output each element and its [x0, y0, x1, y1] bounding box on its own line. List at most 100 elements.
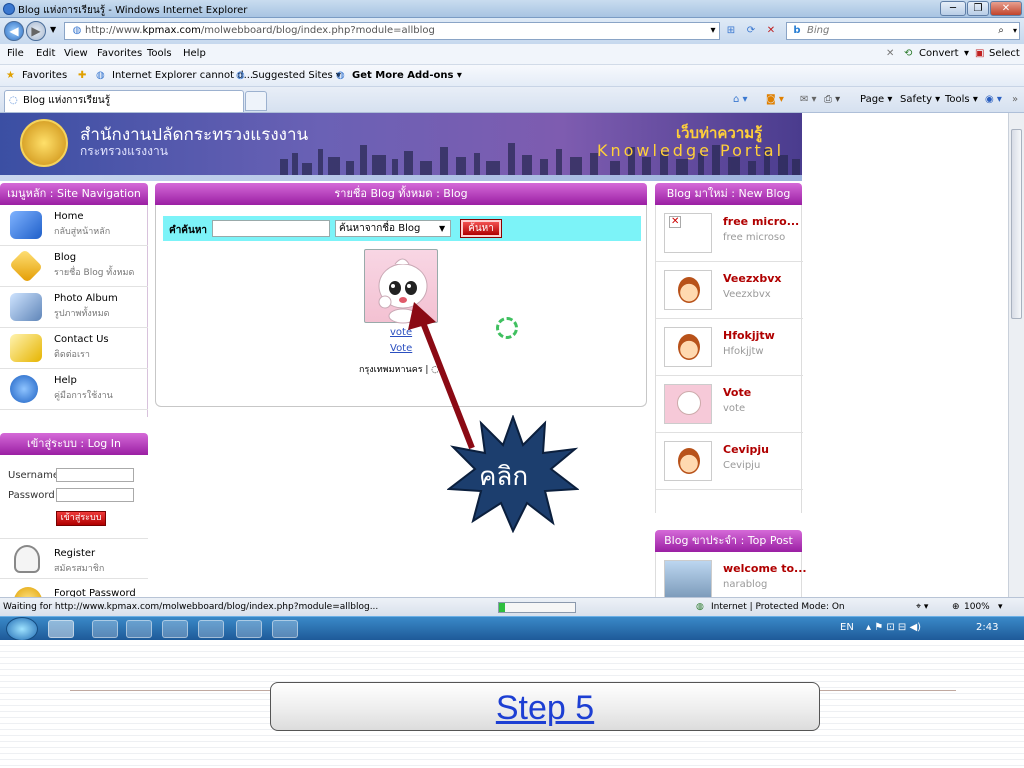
address-dropdown-icon[interactable]: ▾ [706, 25, 720, 37]
security-zone[interactable]: Internet | Protected Mode: On [711, 602, 845, 612]
zoom-level[interactable]: 100% [964, 602, 990, 612]
site-navigation-header: เมนูหลัก : Site Navigation [0, 183, 148, 205]
url-path: /molwebboard/blog/index.php?module=allbl… [200, 25, 435, 36]
new-blog-item[interactable]: ✕ free micro... free microso [656, 205, 803, 262]
new-blog-item[interactable]: Vote vote [656, 376, 803, 433]
close-button[interactable]: ✕ [990, 1, 1022, 16]
favorites-star-icon: ★ [6, 70, 15, 81]
login-button[interactable]: เข้าสู่ระบบ [56, 511, 106, 526]
top-post-list: welcome to... narablog [655, 552, 807, 597]
password-input[interactable] [56, 488, 134, 502]
nav-item-blog[interactable]: Blog รายชื่อ Blog ทั้งหมด [0, 246, 148, 287]
input-language[interactable]: EN [840, 622, 854, 633]
zoom-dropdown-icon[interactable]: ▾ [998, 602, 1003, 612]
step-link[interactable]: Step 5 [496, 689, 594, 728]
restore-button[interactable]: ❐ [967, 1, 989, 16]
safety-menu[interactable]: Safety ▾ [900, 94, 940, 105]
new-blog-item[interactable]: Veezxbvx Veezxbvx [656, 262, 803, 319]
nav-item-photo-album[interactable]: Photo Album รูปภาพทั้งหมด [0, 287, 148, 328]
nav-sublabel: กลับสู่หน้าหลัก [54, 227, 111, 237]
scrollbar-thumb[interactable] [1011, 129, 1022, 319]
search-input[interactable]: Bing [786, 22, 1020, 40]
page-menu[interactable]: Page ▾ [860, 94, 892, 105]
menu-file[interactable]: File [7, 48, 24, 59]
favorites-button[interactable]: Favorites [22, 70, 67, 81]
new-blog-item[interactable]: Cevipju Cevipju [656, 433, 803, 490]
window-titlebar[interactable]: Blog แห่งการเรียนรู้ - Windows Internet … [0, 0, 1024, 18]
new-blog-title[interactable]: Vote [723, 386, 751, 399]
new-tab-button[interactable] [245, 91, 267, 111]
forward-button[interactable]: ▶ [26, 21, 46, 41]
refresh-icon[interactable]: ⟳ [744, 25, 758, 37]
status-bar: Waiting for http://www.kpmax.com/molwebb… [0, 597, 1024, 616]
favorite-ie-cannot[interactable]: Internet Explorer cannot d... [112, 70, 253, 81]
search-dropdown-icon[interactable]: ▾ [1008, 25, 1022, 37]
address-row: ◀ ▶ ▼ http://www.kpmax.com/molwebboard/b… [0, 18, 1024, 44]
search-placeholder: Bing [807, 25, 830, 36]
close-toolbar-icon[interactable]: ✕ [886, 48, 894, 59]
menu-help[interactable]: Help [183, 48, 206, 59]
menu-edit[interactable]: Edit [36, 48, 55, 59]
forgot-password-link[interactable]: Forgot Password [0, 578, 148, 597]
tray-icons[interactable]: ▴ ⚑ ⊡ ⊟ ◀) [866, 622, 921, 633]
taskbar-excel-icon[interactable] [236, 620, 262, 638]
taskbar-network-icon[interactable] [162, 620, 188, 638]
select-icon: ▣ [975, 48, 985, 59]
tab-blog[interactable]: ◌ Blog แห่งการเรียนรู้ [4, 90, 244, 112]
taskbar-word-icon[interactable] [198, 620, 224, 638]
mail-icon[interactable]: ✉ ▾ [800, 94, 817, 105]
tab-title: Blog แห่งการเรียนรู้ [23, 95, 111, 106]
get-more-addons[interactable]: Get More Add-ons ▾ [352, 70, 462, 81]
clock[interactable]: 2:43 [976, 622, 998, 633]
taskbar-powerpoint-icon[interactable] [272, 620, 298, 638]
username-label: Username [8, 470, 59, 481]
history-dropdown-icon[interactable]: ▼ [50, 25, 56, 34]
new-blog-title[interactable]: Veezxbvx [723, 272, 781, 285]
stop-icon[interactable]: ✕ [764, 25, 778, 37]
start-button[interactable] [6, 617, 38, 641]
menu-favorites[interactable]: Favorites [97, 48, 142, 59]
taskbar-ie-icon[interactable] [48, 620, 74, 638]
convert-dropdown-icon[interactable]: ▾ [964, 48, 969, 59]
register-sublabel: สมัครสมาชิก [54, 564, 105, 574]
progress-fill [499, 603, 506, 612]
add-favorite-icon[interactable]: ✚ [78, 70, 86, 81]
convert-button[interactable]: Convert [919, 48, 959, 59]
feeds-icon[interactable]: ◙ ▾ [766, 94, 784, 105]
minimize-button[interactable]: ─ [940, 1, 966, 16]
help-icon[interactable]: ◉ ▾ [985, 94, 1002, 105]
nav-sublabel: รูปภาพทั้งหมด [54, 309, 110, 319]
username-input[interactable] [56, 468, 134, 482]
blog-search-input[interactable] [212, 220, 330, 237]
tools-menu[interactable]: Tools ▾ [945, 94, 978, 105]
address-input[interactable]: http://www.kpmax.com/molwebboard/blog/in… [64, 22, 720, 40]
back-button[interactable]: ◀ [4, 21, 24, 41]
select-button[interactable]: Select [989, 48, 1020, 59]
taskbar-explorer-icon[interactable] [92, 620, 118, 638]
menu-tools[interactable]: Tools [147, 48, 172, 59]
suggested-sites[interactable]: Suggested Sites ▾ [252, 70, 341, 81]
nav-item-contact-us[interactable]: Contact Us ติดต่อเรา [0, 328, 148, 369]
search-type-select[interactable]: ค้นหาจากชื่อ Blog ▼ [335, 220, 451, 237]
chevron-right-icon[interactable]: » [1012, 94, 1018, 105]
compat-view-icon[interactable]: ⊞ [724, 25, 738, 37]
nav-item-home[interactable]: Home กลับสู่หน้าหลัก [0, 205, 148, 246]
print-icon[interactable]: ⎙ ▾ [824, 94, 840, 105]
menu-view[interactable]: View [64, 48, 88, 59]
vertical-scrollbar[interactable] [1008, 113, 1024, 597]
register-link[interactable]: Register สมัครสมาชิก [0, 538, 148, 578]
new-blog-owner: vote [723, 403, 746, 414]
home-icon[interactable]: ⌂ ▾ [733, 94, 748, 105]
new-blog-item[interactable]: Hfokjjtw Hfokjjtw [656, 319, 803, 376]
banner-strip [0, 175, 802, 181]
top-post-item[interactable]: welcome to... narablog [656, 552, 807, 597]
new-blog-title[interactable]: Hfokjjtw [723, 329, 775, 342]
top-post-title[interactable]: welcome to... [723, 562, 807, 575]
taskbar-media-icon[interactable] [126, 620, 152, 638]
new-blog-title[interactable]: Cevipju [723, 443, 769, 456]
search-button[interactable]: ค้นหา [460, 219, 502, 238]
protected-mode-icon[interactable]: ⌖ ▾ [916, 602, 928, 612]
nav-item-help[interactable]: Help คู่มือการใช้งาน [0, 369, 148, 410]
new-blog-title[interactable]: free micro... [723, 215, 799, 228]
search-icon[interactable]: ⌕ [994, 25, 1008, 37]
